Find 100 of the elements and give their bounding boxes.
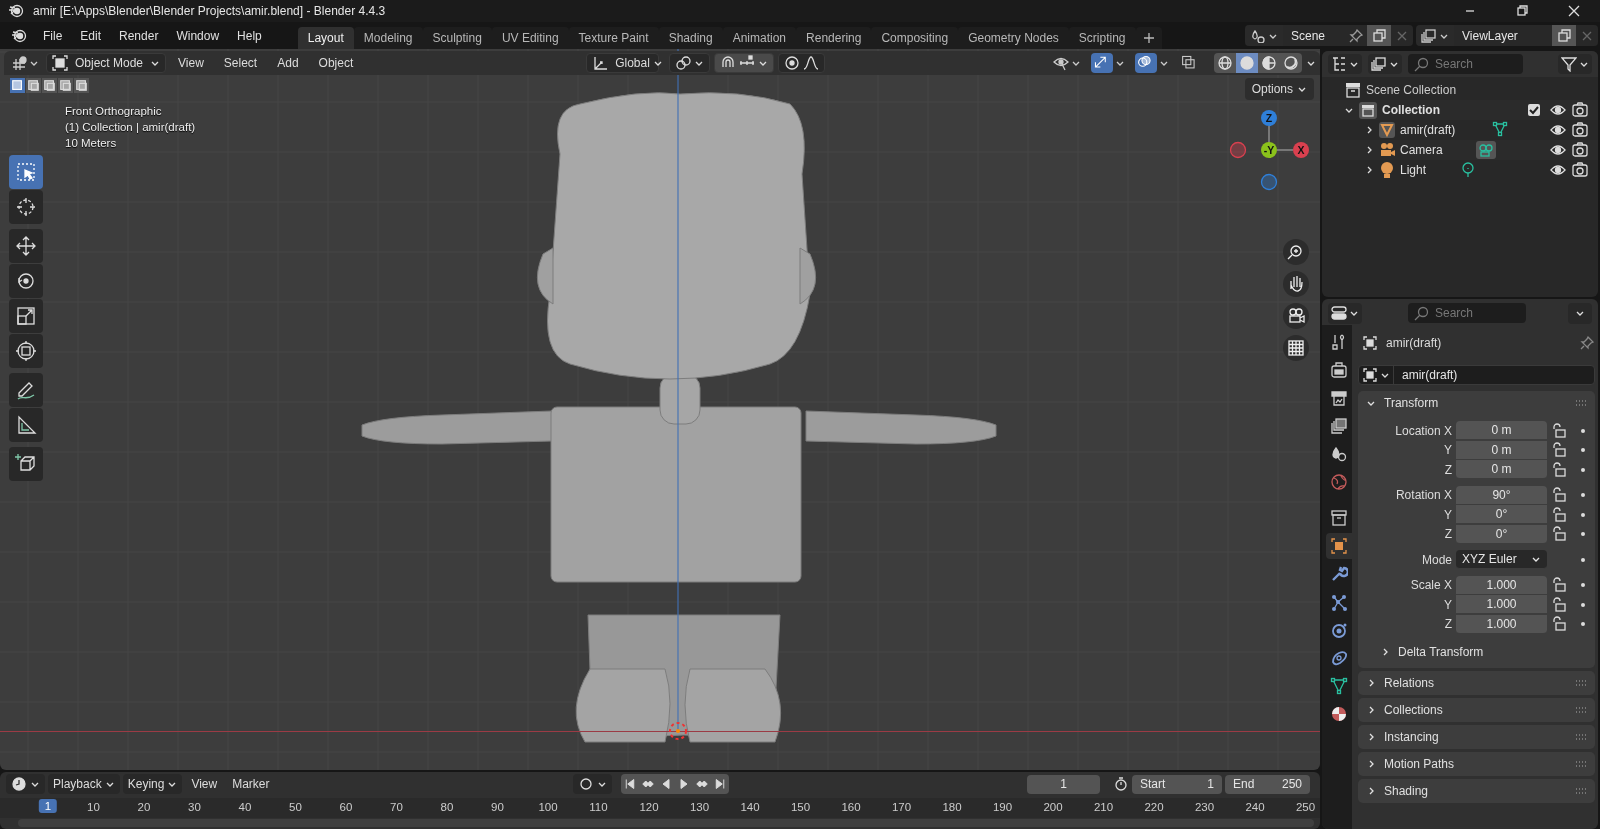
- object-properties-tab[interactable]: [1326, 533, 1352, 559]
- panel-header[interactable]: Relations: [1384, 676, 1435, 690]
- camera-data-icon[interactable]: [1476, 141, 1496, 159]
- close-icon[interactable]: [1568, 5, 1580, 17]
- workspace-tab[interactable]: Compositing: [871, 27, 959, 49]
- unlock-icon[interactable]: [1551, 526, 1567, 543]
- axis-handle[interactable]: [1229, 141, 1247, 159]
- panel-header[interactable]: Instancing: [1384, 730, 1439, 744]
- mode-dropdown[interactable]: Object Mode: [46, 53, 167, 73]
- panel-header[interactable]: Shading: [1384, 784, 1429, 798]
- current-frame-field[interactable]: 1: [1027, 774, 1100, 794]
- keyframe-dot-icon[interactable]: [1581, 493, 1585, 498]
- annotate-tool[interactable]: [9, 373, 43, 407]
- unlock-icon[interactable]: [1551, 616, 1567, 633]
- view-layer-dropdown[interactable]: [1368, 54, 1402, 74]
- display-mode-dropdown[interactable]: [1328, 54, 1362, 74]
- number-field[interactable]: 90°: [1456, 485, 1547, 505]
- selection-mode-icon[interactable]: [26, 78, 41, 93]
- unlock-icon[interactable]: [1551, 442, 1567, 459]
- duplicate-icon[interactable]: [1556, 28, 1572, 43]
- auto-keying-toggle[interactable]: [573, 774, 613, 794]
- workspace-tab[interactable]: Sculpting: [422, 27, 492, 49]
- add-cube-tool[interactable]: [9, 447, 43, 481]
- options-dropdown[interactable]: Options: [1244, 78, 1314, 100]
- eye-icon[interactable]: [1550, 122, 1566, 138]
- tree-item[interactable]: Collection: [1382, 103, 1440, 117]
- maximize-icon[interactable]: [1516, 5, 1528, 17]
- number-field[interactable]: 0°: [1456, 505, 1547, 525]
- scene-name-field[interactable]: Scene: [1283, 25, 1345, 46]
- pin-icon[interactable]: [1579, 335, 1595, 351]
- unlock-icon[interactable]: [1551, 596, 1567, 613]
- snap-toggle[interactable]: [714, 53, 775, 73]
- number-field[interactable]: 0°: [1456, 524, 1547, 544]
- menu-item[interactable]: Render: [110, 28, 168, 43]
- stopwatch-icon[interactable]: [1113, 776, 1129, 792]
- render-camera-icon[interactable]: [1572, 122, 1588, 138]
- panel-header[interactable]: Collections: [1384, 703, 1443, 717]
- eye-icon[interactable]: [1550, 102, 1566, 118]
- rotation-mode-dropdown[interactable]: XYZ Euler: [1456, 550, 1547, 570]
- add-icon[interactable]: [1142, 32, 1155, 44]
- number-field[interactable]: 0 m: [1456, 421, 1547, 441]
- axis-handle[interactable]: Z: [1261, 110, 1277, 126]
- subpanel-header[interactable]: Delta Transform: [1398, 645, 1484, 659]
- grip-icon[interactable]: [1575, 398, 1587, 408]
- workspace-tab[interactable]: Rendering: [796, 27, 872, 49]
- tree-item[interactable]: Light: [1400, 163, 1456, 177]
- workspace-tab[interactable]: UV Editing: [491, 27, 569, 49]
- menu-item[interactable]: Select: [215, 56, 266, 70]
- options-dropdown[interactable]: [1568, 302, 1592, 324]
- keyframe-dot-icon[interactable]: [1581, 583, 1585, 588]
- menu-item[interactable]: Window: [167, 28, 229, 43]
- duplicate-icon[interactable]: [1371, 28, 1387, 43]
- eye-icon[interactable]: [1550, 142, 1566, 158]
- gizmo-toggle[interactable]: [1091, 53, 1113, 73]
- hand-icon[interactable]: [1283, 271, 1309, 297]
- pivot-dropdown[interactable]: [669, 53, 711, 73]
- measure-tool[interactable]: [9, 408, 43, 442]
- scale-tool[interactable]: [9, 299, 43, 333]
- eye-icon[interactable]: [1550, 162, 1566, 178]
- panel-header[interactable]: Motion Paths: [1384, 757, 1455, 771]
- keyframe-dot-icon[interactable]: [1581, 448, 1585, 453]
- number-field[interactable]: 0 m: [1456, 460, 1547, 480]
- end-frame-field[interactable]: End 250: [1225, 774, 1310, 794]
- keyframe-dot-icon[interactable]: [1581, 557, 1585, 562]
- menu-item[interactable]: View: [170, 56, 212, 70]
- menu-item[interactable]: Object: [310, 56, 362, 70]
- keyframe-dot-icon[interactable]: [1581, 622, 1585, 627]
- grip-icon[interactable]: [1575, 705, 1587, 715]
- playhead[interactable]: 1: [38, 799, 58, 813]
- workspace-tab[interactable]: Animation: [722, 27, 797, 49]
- triangle-mesh-icon[interactable]: [1492, 121, 1508, 139]
- keyframe-dot-icon[interactable]: [1581, 467, 1585, 472]
- rotate-tool[interactable]: [9, 264, 43, 298]
- move-tool[interactable]: [9, 229, 43, 263]
- workspace-tab[interactable]: Shading: [658, 27, 723, 49]
- light-data-icon[interactable]: [1460, 161, 1476, 179]
- tree-item[interactable]: amir(draft): [1400, 123, 1488, 137]
- number-field[interactable]: 0 m: [1456, 440, 1547, 460]
- keyframe-dot-icon[interactable]: [1581, 532, 1585, 537]
- workspace-tab[interactable]: Texture Paint: [568, 27, 659, 49]
- unlock-icon[interactable]: [1551, 506, 1567, 523]
- grip-icon[interactable]: [1575, 732, 1587, 742]
- keyframe-dot-icon[interactable]: [1581, 428, 1585, 433]
- cursor-tool[interactable]: [9, 190, 43, 224]
- number-field[interactable]: 1.000: [1456, 595, 1547, 615]
- render-camera-icon[interactable]: [1572, 102, 1588, 118]
- editor-type-selector[interactable]: [1328, 302, 1362, 324]
- search-field[interactable]: Search: [1408, 54, 1523, 74]
- unlock-icon[interactable]: [1551, 461, 1567, 478]
- menu-item[interactable]: Add: [269, 56, 307, 70]
- orientation-dropdown[interactable]: Global: [586, 53, 660, 73]
- selection-mode-icon[interactable]: [10, 78, 25, 93]
- number-field[interactable]: 1.000: [1456, 614, 1547, 634]
- grip-icon[interactable]: [1575, 786, 1587, 796]
- unlock-icon[interactable]: [1551, 422, 1567, 439]
- scene-selector[interactable]: [1245, 25, 1283, 46]
- axis-handle[interactable]: X: [1293, 142, 1309, 158]
- tree-item[interactable]: Scene Collection: [1366, 83, 1457, 97]
- number-field[interactable]: 1.000: [1456, 575, 1547, 595]
- search-field[interactable]: Search: [1408, 303, 1526, 323]
